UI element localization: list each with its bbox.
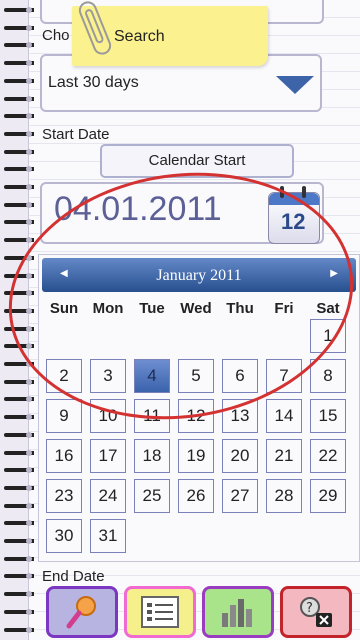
weekday-label: Thu bbox=[226, 300, 254, 317]
chart-tab[interactable] bbox=[202, 586, 274, 638]
weekday-label: Mon bbox=[92, 300, 124, 317]
spiral-ring bbox=[4, 307, 38, 315]
spiral-ring bbox=[4, 112, 38, 120]
spiral-ring bbox=[4, 41, 38, 49]
calendar-day[interactable]: 26 bbox=[178, 479, 214, 513]
calendar-start-button[interactable]: Calendar Start bbox=[100, 144, 294, 178]
list-tab[interactable] bbox=[124, 586, 196, 638]
spiral-ring bbox=[4, 431, 38, 439]
magnifier-icon bbox=[66, 596, 96, 629]
spiral-ring bbox=[4, 289, 38, 297]
month-title: January 2011 bbox=[156, 267, 242, 284]
spiral-ring bbox=[4, 342, 38, 350]
sticky-note-label: Search bbox=[114, 28, 165, 45]
calendar-day[interactable]: 12 bbox=[178, 399, 214, 433]
calendar-day[interactable]: 14 bbox=[266, 399, 302, 433]
date-range-value: Last 30 days bbox=[48, 74, 139, 91]
spiral-ring bbox=[4, 77, 38, 85]
weekday-label: Fri bbox=[274, 300, 294, 317]
weekday-label: Sat bbox=[316, 300, 340, 317]
list-icon bbox=[141, 596, 179, 628]
weekday-label: Wed bbox=[180, 300, 212, 317]
calendar-icon-day: 12 bbox=[281, 209, 306, 234]
spiral-ring bbox=[4, 484, 38, 492]
spiral-ring bbox=[4, 466, 38, 474]
search-tab[interactable] bbox=[46, 586, 118, 638]
spiral-ring bbox=[4, 236, 38, 244]
calendar-day[interactable]: 20 bbox=[222, 439, 258, 473]
spiral-ring bbox=[4, 272, 38, 280]
spiral-ring bbox=[4, 183, 38, 191]
calendar-day[interactable]: 9 bbox=[46, 399, 82, 433]
spiral-ring bbox=[4, 130, 38, 138]
calendar-day[interactable]: 27 bbox=[222, 479, 258, 513]
bottom-tab-bar: ? bbox=[0, 582, 360, 640]
calendar-widget: ◀ January 2011 ▶ Sun Mon Tue Wed Thu Fri Sat 1 2… bbox=[38, 254, 360, 562]
spiral-binding bbox=[0, 0, 40, 640]
calendar-day[interactable]: 6 bbox=[222, 359, 258, 393]
calendar-day[interactable]: 8 bbox=[310, 359, 346, 393]
calendar-day[interactable]: 29 bbox=[310, 479, 346, 513]
calendar-day[interactable]: 25 bbox=[134, 479, 170, 513]
chevron-down-icon[interactable] bbox=[276, 76, 314, 94]
weekday-label: Sun bbox=[49, 300, 79, 317]
spiral-ring bbox=[4, 148, 38, 156]
calendar-day[interactable]: 30 bbox=[46, 519, 82, 553]
spiral-ring bbox=[4, 165, 38, 173]
calendar-day[interactable]: 19 bbox=[178, 439, 214, 473]
calendar-day[interactable]: 31 bbox=[90, 519, 126, 553]
spiral-ring bbox=[4, 24, 38, 32]
calendar-day[interactable]: 23 bbox=[46, 479, 82, 513]
help-close-tab[interactable]: ? bbox=[280, 586, 352, 638]
calendar-day[interactable]: 24 bbox=[90, 479, 126, 513]
calendar-day[interactable]: 22 bbox=[310, 439, 346, 473]
calendar-day[interactable]: 18 bbox=[134, 439, 170, 473]
calendar-day[interactable]: 15 bbox=[310, 399, 346, 433]
spiral-ring bbox=[4, 519, 38, 527]
spiral-ring bbox=[4, 449, 38, 457]
calendar-day[interactable]: 16 bbox=[46, 439, 82, 473]
calendar-day[interactable]: 5 bbox=[178, 359, 214, 393]
spiral-ring bbox=[4, 537, 38, 545]
spiral-ring bbox=[4, 218, 38, 226]
spiral-ring bbox=[4, 59, 38, 67]
next-month-icon[interactable]: ▶ bbox=[330, 268, 338, 279]
choose-label: Cho bbox=[42, 27, 70, 44]
weekday-label: Tue bbox=[139, 300, 165, 317]
calendar-day[interactable]: 21 bbox=[266, 439, 302, 473]
spiral-ring bbox=[4, 572, 38, 580]
calendar-day[interactable]: 1 bbox=[310, 319, 346, 353]
calendar-day[interactable]: 28 bbox=[266, 479, 302, 513]
spiral-ring bbox=[4, 95, 38, 103]
spiral-ring bbox=[4, 254, 38, 262]
calendar-header: ◀ January 2011 ▶ bbox=[42, 258, 356, 292]
calendar-day[interactable]: 17 bbox=[90, 439, 126, 473]
calendar-day[interactable]: 13 bbox=[222, 399, 258, 433]
help-close-icon: ? bbox=[300, 597, 332, 627]
svg-text:?: ? bbox=[306, 601, 313, 616]
spiral-ring bbox=[4, 413, 38, 421]
start-date-value: 04.01.2011 bbox=[54, 190, 222, 228]
calendar-day[interactable]: 3 bbox=[90, 359, 126, 393]
spiral-ring bbox=[4, 378, 38, 386]
bar-chart-icon bbox=[222, 599, 252, 627]
spiral-ring bbox=[4, 555, 38, 563]
spiral-ring bbox=[4, 325, 38, 333]
calendar-day[interactable]: 10 bbox=[90, 399, 126, 433]
calendar-day-selected[interactable]: 4 bbox=[134, 359, 170, 393]
spiral-ring bbox=[4, 395, 38, 403]
start-date-label: Start Date bbox=[42, 126, 110, 143]
calendar-icon[interactable]: 12 bbox=[268, 186, 320, 244]
spiral-ring bbox=[4, 360, 38, 368]
calendar-day[interactable]: 2 bbox=[46, 359, 82, 393]
calendar-day[interactable]: 11 bbox=[134, 399, 170, 433]
calendar-day[interactable]: 7 bbox=[266, 359, 302, 393]
spiral-ring bbox=[4, 201, 38, 209]
spiral-ring bbox=[4, 6, 38, 14]
spiral-ring bbox=[4, 502, 38, 510]
